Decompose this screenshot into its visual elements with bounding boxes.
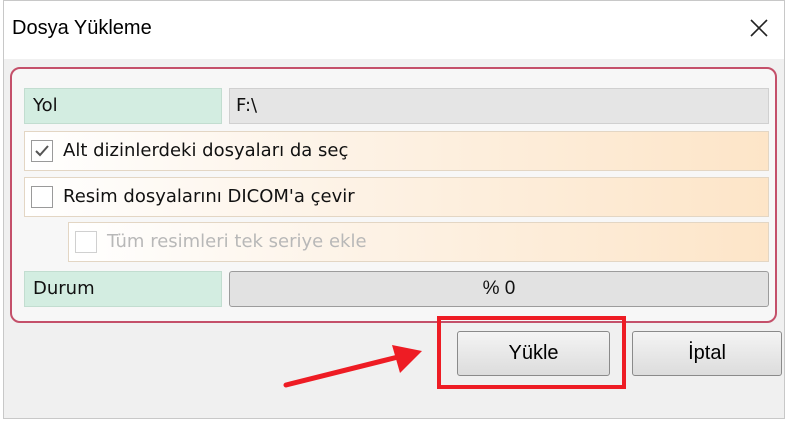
path-label: Yol	[24, 88, 222, 124]
include-subdirs-row[interactable]: Alt dizinlerdeki dosyaları da seç	[24, 131, 769, 171]
single-series-checkbox	[75, 231, 97, 253]
title-bar: Dosya Yükleme	[4, 1, 784, 59]
path-value: F:\	[229, 88, 769, 124]
status-label: Durum	[24, 271, 222, 307]
progress-bar: % 0	[229, 271, 769, 307]
single-series-label: Tüm resimleri tek seriye ekle	[107, 231, 367, 252]
convert-dicom-checkbox[interactable]	[31, 186, 53, 208]
close-icon[interactable]	[744, 13, 774, 43]
checkmark-icon	[35, 145, 49, 157]
cancel-button[interactable]: İptal	[632, 331, 782, 376]
progress-text: % 0	[482, 278, 516, 299]
annotation-arrow-icon	[283, 345, 422, 388]
dialog-title: Dosya Yükleme	[12, 17, 152, 39]
single-series-row: Tüm resimleri tek seriye ekle	[68, 222, 769, 262]
convert-dicom-label: Resim dosyalarını DICOM'a çevir	[63, 186, 355, 207]
annotation-highlight-box	[437, 316, 626, 389]
include-subdirs-checkbox[interactable]	[31, 140, 53, 162]
include-subdirs-label: Alt dizinlerdeki dosyaları da seç	[63, 140, 349, 161]
convert-dicom-row[interactable]: Resim dosyalarını DICOM'a çevir	[24, 177, 769, 217]
options-group: Yol F:\ Alt dizinlerdeki dosyaları da se…	[10, 67, 777, 323]
